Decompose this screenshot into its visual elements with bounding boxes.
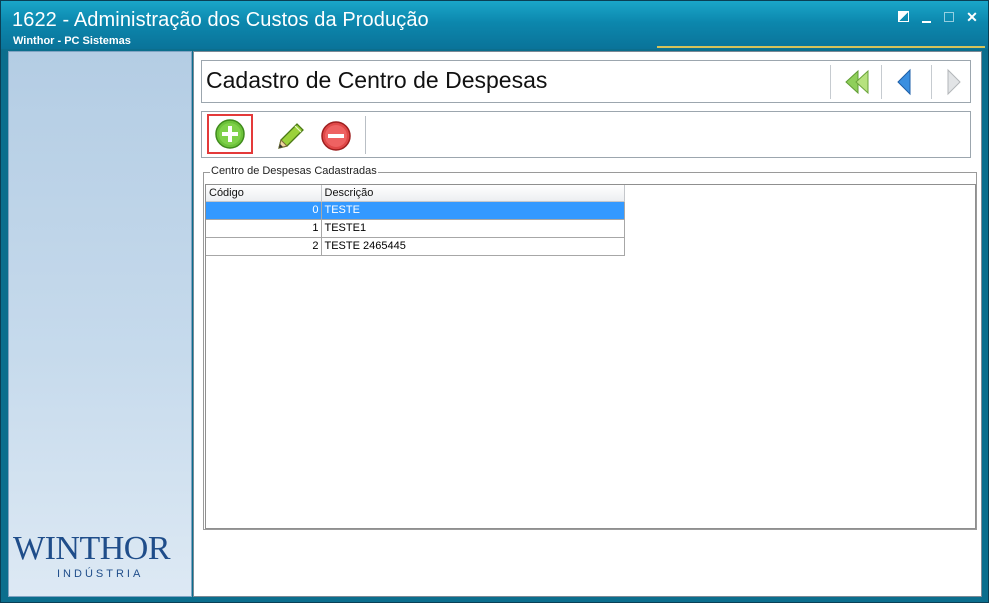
cell-codigo: 1 [206,219,322,238]
minimize-button[interactable] [918,9,934,25]
application-window: 1622 - Administração dos Custos da Produ… [0,0,989,603]
title-accent-line [657,46,985,48]
plus-circle-icon [215,119,245,149]
double-left-arrow-icon [845,69,869,95]
close-icon: ✕ [966,9,978,25]
minimize-icon [921,21,931,23]
maximize-icon [944,12,954,22]
edit-button[interactable] [266,116,312,156]
cell-descricao: TESTE [321,201,625,220]
next-record-button[interactable] [935,65,971,99]
expense-centers-group: Centro de Despesas Cadastradas Código De… [203,165,977,530]
window-title: 1622 - Administração dos Custos da Produ… [12,9,429,31]
footer-area [194,530,981,596]
logo-wordmark: WINTHOR [13,530,171,567]
table-header-row: Código Descrição [206,185,625,202]
title-bar[interactable]: 1622 - Administração dos Custos da Produ… [1,1,988,49]
column-header-descricao[interactable]: Descrição [321,185,625,202]
window-subtitle: Winthor - PC Sistemas [13,35,131,47]
right-arrow-icon [947,68,961,96]
minus-circle-icon [321,121,351,151]
close-button[interactable]: ✕ [964,9,980,25]
main-content: Cadastro de Centro de Despesas Centro de… [193,51,982,597]
table-row[interactable]: 2 TESTE 2465445 [206,237,625,256]
winthor-logo: WINTHOR INDÚSTRIA [13,528,189,590]
add-button[interactable] [207,114,253,154]
restore-icon [897,11,909,22]
cell-codigo: 0 [206,201,322,220]
sidebar: WINTHOR INDÚSTRIA [8,51,192,597]
nav-separator [881,65,882,99]
logo-subtitle: INDÚSTRIA [57,568,144,580]
delete-button[interactable] [313,116,359,156]
expense-centers-grid[interactable]: Código Descrição 0 TESTE 1 TESTE1 2 TEST… [205,184,976,529]
toolbar [201,111,971,158]
toolbar-separator [365,116,366,154]
page-title: Cadastro de Centro de Despesas [206,67,548,93]
cell-descricao: TESTE 2465445 [321,237,625,256]
nav-separator [830,65,831,99]
table-row[interactable]: 0 TESTE [206,201,625,220]
table-row[interactable]: 1 TESTE1 [206,219,625,238]
group-label: Centro de Despesas Cadastradas [210,165,378,177]
data-table: Código Descrição 0 TESTE 1 TESTE1 2 TEST… [206,185,625,256]
nav-separator [931,65,932,99]
maximize-button[interactable] [941,9,957,25]
pencil-icon [278,123,304,149]
left-arrow-icon [897,68,911,96]
restore-layout-button[interactable] [895,9,911,25]
page-header: Cadastro de Centro de Despesas [201,60,971,103]
first-record-button[interactable] [834,65,878,99]
previous-record-button[interactable] [886,65,930,99]
cell-codigo: 2 [206,237,322,256]
column-header-codigo[interactable]: Código [206,185,322,202]
cell-descricao: TESTE1 [321,219,625,238]
